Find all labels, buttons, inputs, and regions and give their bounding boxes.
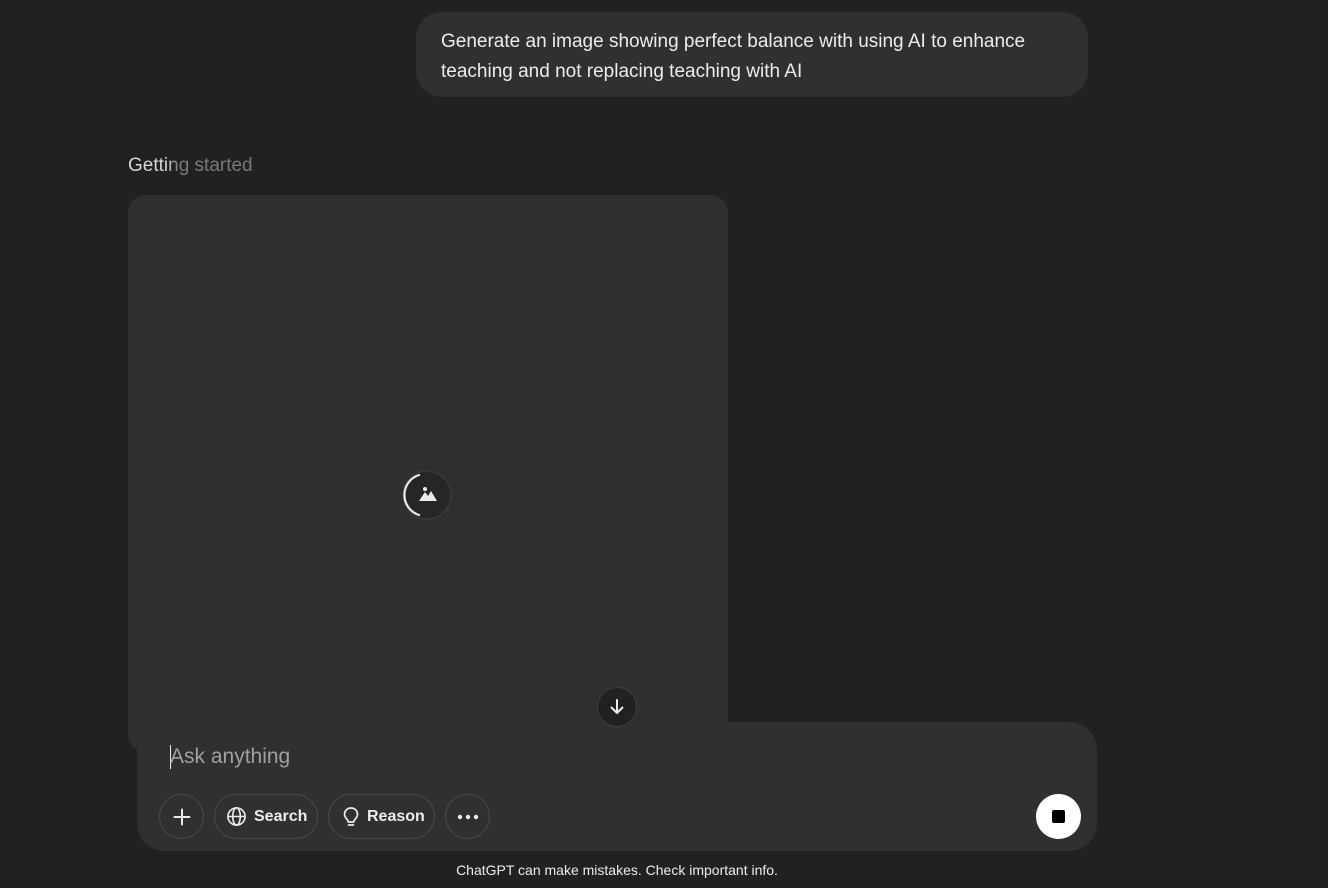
search-button-label: Search bbox=[254, 807, 308, 825]
user-message-bubble: Generate an image showing perfect balanc… bbox=[416, 12, 1088, 97]
ellipsis-icon bbox=[457, 814, 479, 820]
stop-icon bbox=[1052, 810, 1065, 823]
prompt-input[interactable] bbox=[170, 741, 1030, 773]
add-attachment-button[interactable] bbox=[159, 794, 204, 839]
scroll-to-bottom-button[interactable] bbox=[597, 687, 637, 727]
search-button[interactable]: Search bbox=[214, 794, 318, 839]
lightbulb-icon bbox=[342, 806, 360, 828]
user-message-text: Generate an image showing perfect balanc… bbox=[441, 31, 1026, 82]
reason-button[interactable]: Reason bbox=[328, 794, 435, 839]
plus-icon bbox=[172, 807, 192, 827]
globe-icon bbox=[226, 806, 247, 827]
disclaimer-text: ChatGPT can make mistakes. Check importa… bbox=[456, 862, 778, 878]
assistant-status-text: Getting started bbox=[128, 155, 253, 176]
message-composer: Search Reason bbox=[137, 722, 1097, 851]
image-loading-spinner-icon bbox=[402, 470, 452, 520]
arrow-down-icon bbox=[608, 698, 626, 716]
stop-generating-button[interactable] bbox=[1036, 794, 1081, 839]
chat-page: Generate an image showing perfect balanc… bbox=[0, 0, 1328, 888]
more-tools-button[interactable] bbox=[445, 794, 490, 839]
reason-button-label: Reason bbox=[367, 807, 425, 825]
image-generation-placeholder bbox=[128, 195, 728, 752]
